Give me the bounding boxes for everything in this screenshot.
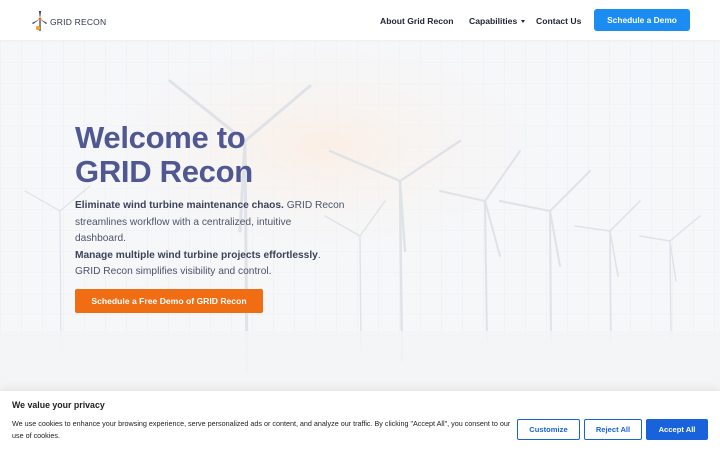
accept-all-button[interactable]: Accept All — [646, 419, 708, 440]
site-header: GRID RECON About Grid Recon Capabilities… — [0, 0, 720, 41]
nav-capabilities[interactable]: Capabilities — [469, 0, 526, 41]
customize-button[interactable]: Customize — [517, 419, 580, 440]
wind-turbine-logo-icon — [32, 11, 47, 31]
hero-description: Eliminate wind turbine maintenance chaos… — [75, 198, 345, 281]
hero-section: Welcome to GRID Recon Eliminate wind tur… — [0, 41, 720, 391]
nav-contact-label: Contact Us — [536, 15, 582, 26]
logo-text: GRID RECON — [50, 17, 107, 27]
nav-capabilities-label: Capabilities — [469, 15, 518, 26]
reject-all-button[interactable]: Reject All — [584, 419, 642, 440]
schedule-free-demo-button[interactable]: Schedule a Free Demo of GRID Recon — [75, 289, 263, 313]
hero-title: Welcome to GRID Recon — [75, 121, 253, 189]
schedule-demo-button[interactable]: Schedule a Demo — [594, 9, 690, 31]
cookie-consent-banner: We value your privacy We use cookies to … — [0, 391, 720, 450]
nav-contact[interactable]: Contact Us — [536, 0, 581, 41]
hero-title-line-1: Welcome to — [75, 120, 246, 155]
logo[interactable]: GRID RECON — [31, 10, 106, 32]
cookie-title: We value your privacy — [12, 400, 105, 410]
hero-p2-bold: Manage multiple wind turbine projects ef… — [75, 249, 318, 261]
cookie-description: We use cookies to enhance your browsing … — [12, 419, 511, 440]
nav-about[interactable]: About Grid Recon — [380, 0, 454, 41]
caret-down-icon — [521, 19, 526, 23]
hero-title-line-2: GRID Recon — [75, 154, 253, 189]
nav-about-label: About Grid Recon — [380, 15, 454, 26]
hero-p1-bold: Eliminate wind turbine maintenance chaos… — [75, 200, 284, 211]
